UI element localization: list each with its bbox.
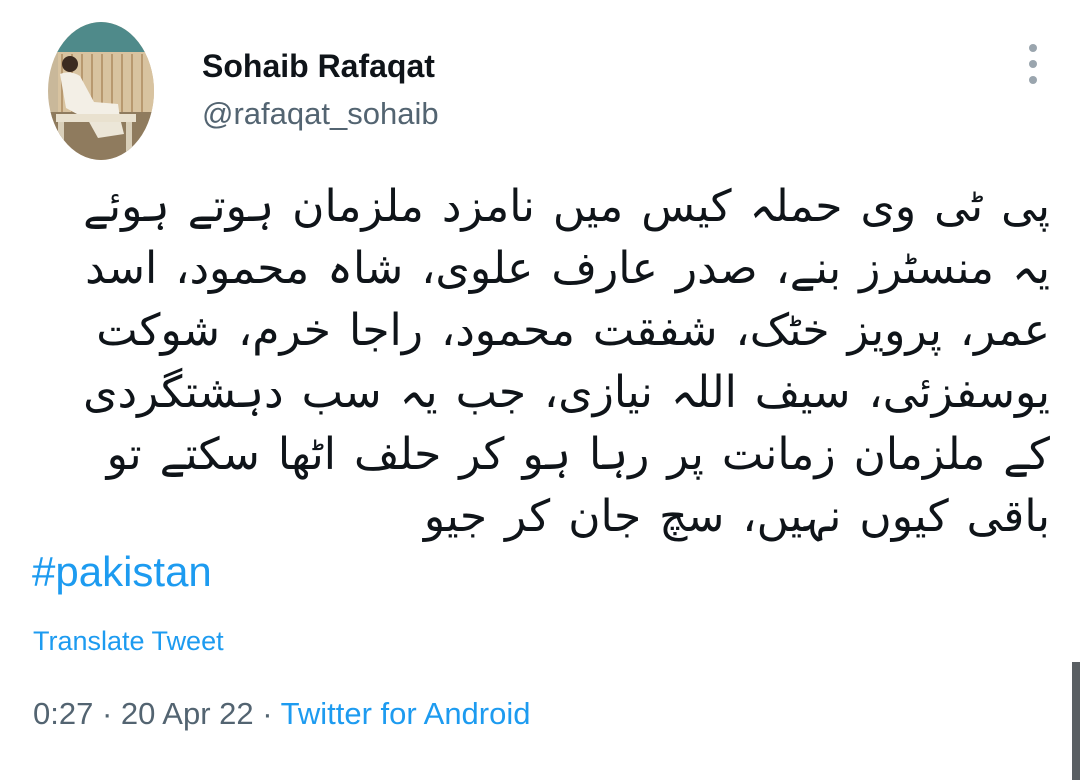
tweet-text: پی ٹی وی حملہ کیس میں نامزد ملزمان ہوتے … [83,181,1050,542]
more-options-button[interactable] [1018,44,1048,84]
tweet-time[interactable]: 0:27 [33,696,93,731]
user-info: Sohaib Rafaqat @rafaqat_sohaib [202,44,439,140]
scrollbar[interactable] [1072,662,1080,780]
user-handle[interactable]: @rafaqat_sohaib [202,88,439,140]
avatar-photo [48,22,154,160]
tweet-date[interactable]: 20 Apr 22 [121,696,254,731]
display-name[interactable]: Sohaib Rafaqat [202,44,439,88]
avatar[interactable] [48,22,154,160]
more-vertical-icon [1029,44,1037,52]
meta-separator: · [101,696,113,731]
more-vertical-icon-dot [1029,76,1037,84]
more-vertical-icon-dot [1029,60,1037,68]
tweet-metadata: 0:27 · 20 Apr 22 · Twitter for Android [33,696,531,732]
tweet-source-link[interactable]: Twitter for Android [281,696,531,731]
translate-tweet-link[interactable]: Translate Tweet [33,626,224,657]
tweet-card: Sohaib Rafaqat @rafaqat_sohaib پی ٹی وی … [0,0,1080,780]
meta-separator: · [262,696,273,731]
tweet-header: Sohaib Rafaqat @rafaqat_sohaib [48,22,439,160]
hashtag-link[interactable]: #pakistan [32,548,212,596]
